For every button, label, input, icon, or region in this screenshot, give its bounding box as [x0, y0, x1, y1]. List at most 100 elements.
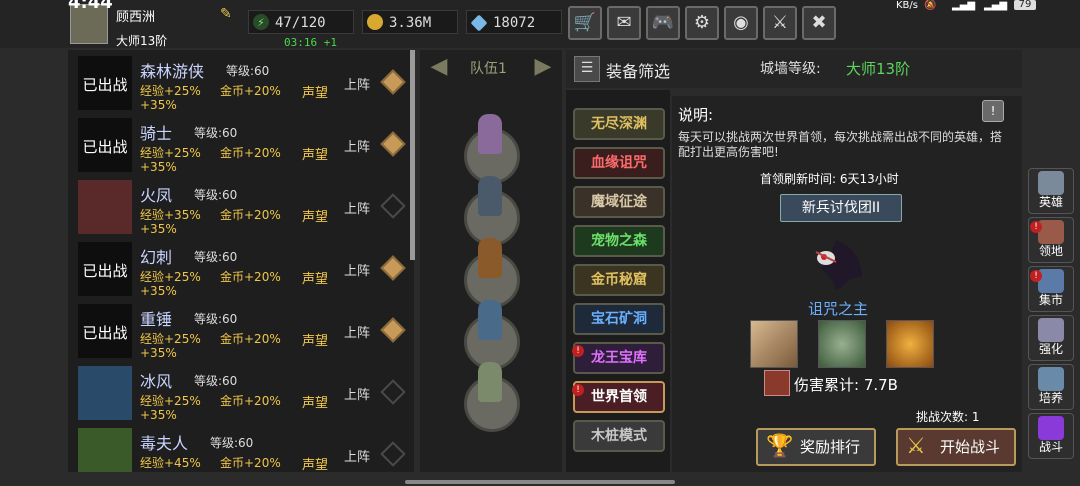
shop-cart-button[interactable]: 🛒: [568, 6, 602, 40]
hero-level: 等级:60: [226, 64, 270, 78]
hero-name: 重锤: [140, 310, 173, 329]
player-rank: 大师13阶: [116, 34, 168, 48]
exp-bonus: 经验+35%: [140, 208, 201, 222]
exp-bonus: 经验+25%: [140, 332, 201, 346]
hero-figure: [478, 114, 502, 154]
reward-item-2[interactable]: [818, 320, 866, 368]
deploy-button[interactable]: 上阵: [344, 260, 370, 279]
mode-button[interactable]: 宠物之森: [573, 225, 665, 257]
battery-indicator: 79: [1014, 0, 1036, 10]
deploy-toggle-icon[interactable]: [380, 131, 406, 157]
deploy-button[interactable]: 上阵: [344, 322, 370, 341]
settings-gear-icon: ⚙: [693, 12, 711, 33]
equipment-filter-label[interactable]: 装备筛选: [606, 58, 670, 82]
nav-cultivate[interactable]: 培养: [1028, 364, 1074, 410]
deploy-button[interactable]: 上阵: [344, 74, 370, 93]
hero-portrait[interactable]: [78, 180, 132, 234]
player-name: 顾西洲: [116, 10, 156, 25]
hero-list[interactable]: 已出战 森林游侠 等级:60 经验+25% 金币+20% 声望 +35% 上阵 已出战 骑士 等级:…: [68, 50, 414, 472]
gamepad-button[interactable]: 🎮: [646, 6, 680, 40]
nav-enhance[interactable]: 强化: [1028, 315, 1074, 361]
mode-button[interactable]: 木桩模式: [573, 420, 665, 452]
nav-label: 集市: [1038, 293, 1063, 307]
crossed-swords-icon: ✖: [811, 12, 827, 33]
hero-level: 等级:60: [194, 374, 238, 388]
gold-bonus: 金币+20%: [220, 84, 281, 98]
swords-button[interactable]: ⚔: [763, 6, 797, 40]
shop-cart-icon: 🛒: [573, 12, 597, 33]
hero-name: 火凤: [140, 186, 173, 205]
deployed-badge: 已出战: [82, 324, 128, 342]
hero-row[interactable]: 毒夫人 等级:60 经验+45% 金币+20% 声望 上阵: [68, 424, 414, 472]
gold-bonus: 金币+20%: [220, 332, 281, 346]
nav-label: 战斗: [1038, 440, 1063, 454]
deployed-badge: 已出战: [82, 76, 128, 94]
reward-ranking-label: 奖励排行: [800, 438, 861, 456]
deploy-toggle-icon[interactable]: [380, 69, 406, 95]
fame-label: 声望: [302, 458, 329, 472]
exp-bonus: 经验+25%: [140, 146, 201, 160]
mode-button[interactable]: 血缘诅咒: [573, 147, 665, 179]
boss-group-badge: 新兵讨伐团II: [780, 194, 902, 222]
hero-row[interactable]: 已出战 幻刺 等级:60 经验+25% 金币+20% 声望 +35% 上阵: [68, 238, 414, 298]
deploy-toggle-icon[interactable]: [380, 441, 406, 467]
mail-button[interactable]: ✉: [607, 6, 641, 40]
mode-button[interactable]: 魔域征途: [573, 186, 665, 218]
nav-portal[interactable]: 战斗: [1028, 413, 1074, 459]
fame-label: 声望: [302, 334, 329, 349]
settings-gear-button[interactable]: ⚙: [685, 6, 719, 40]
help-icon[interactable]: !: [982, 100, 1004, 122]
deploy-button[interactable]: 上阵: [344, 384, 370, 403]
reward-ranking-button[interactable]: 🏆 奖励排行: [756, 428, 876, 466]
menu-icon[interactable]: ☰: [574, 56, 600, 82]
mode-button[interactable]: 龙王宝库: [573, 342, 665, 374]
color-wheel-button[interactable]: ◉: [724, 6, 758, 40]
hero-level: 等级:60: [194, 188, 238, 202]
next-team-button[interactable]: ▶: [528, 52, 558, 82]
edit-icon[interactable]: ✎: [220, 6, 236, 22]
deploy-toggle-icon[interactable]: [380, 255, 406, 281]
portal-icon: [1038, 416, 1064, 440]
hero-row[interactable]: 已出战 骑士 等级:60 经验+25% 金币+20% 声望 +35% 上阵: [68, 114, 414, 174]
crossed-swords-icon: ⚔: [906, 434, 926, 459]
reward-item-1[interactable]: [750, 320, 798, 368]
hero-row[interactable]: 已出战 森林游侠 等级:60 经验+25% 金币+20% 声望 +35% 上阵: [68, 52, 414, 112]
hero-row[interactable]: 冰风 等级:60 经验+25% 金币+20% 声望 +35% 上阵: [68, 362, 414, 422]
fame-bonus: +35%: [140, 346, 177, 360]
start-battle-button[interactable]: ⚔ 开始战斗: [896, 428, 1016, 466]
deploy-toggle-icon[interactable]: [380, 193, 406, 219]
hero-list-scrollbar[interactable]: [410, 50, 415, 260]
deploy-button[interactable]: 上阵: [344, 198, 370, 217]
exp-bonus: 经验+25%: [140, 84, 201, 98]
gems-value: 18072: [493, 15, 536, 31]
home-indicator[interactable]: [405, 480, 675, 484]
gold-coin-icon: [367, 14, 383, 30]
alert-icon: !: [572, 345, 584, 357]
hero-portrait[interactable]: [78, 366, 132, 420]
reward-item-3[interactable]: [886, 320, 934, 368]
lightning-icon: ⚡: [253, 14, 269, 30]
hero-row[interactable]: 已出战 重锤 等级:60 经验+25% 金币+20% 声望 +35% 上阵: [68, 300, 414, 360]
castle-icon: [1038, 220, 1064, 244]
mode-button[interactable]: 宝石矿洞: [573, 303, 665, 335]
enhance-icon: [1038, 318, 1064, 342]
deploy-button[interactable]: 上阵: [344, 446, 370, 465]
hero-figure: [478, 176, 502, 216]
crossed-swords-button[interactable]: ✖: [802, 6, 836, 40]
deployed-badge: 已出战: [82, 262, 128, 280]
alert-icon: !: [1030, 221, 1042, 233]
hero-row[interactable]: 火凤 等级:60 经验+35% 金币+20% 声望 +35% 上阵: [68, 176, 414, 236]
deploy-toggle-icon[interactable]: [380, 317, 406, 343]
hero-name: 冰风: [140, 372, 173, 391]
deploy-button[interactable]: 上阵: [344, 136, 370, 155]
mode-button[interactable]: 世界首领: [573, 381, 665, 413]
mode-button[interactable]: 金币秘窟: [573, 264, 665, 296]
exp-bonus: 经验+45%: [140, 456, 201, 470]
fame-label: 声望: [302, 396, 329, 411]
prev-team-button[interactable]: ◀: [424, 52, 454, 82]
gold-value: 3.36M: [389, 15, 432, 31]
hero-portrait[interactable]: [78, 428, 132, 472]
mode-button[interactable]: 无尽深渊: [573, 108, 665, 140]
deploy-toggle-icon[interactable]: [380, 379, 406, 405]
nav-helmet[interactable]: 英雄: [1028, 168, 1074, 214]
